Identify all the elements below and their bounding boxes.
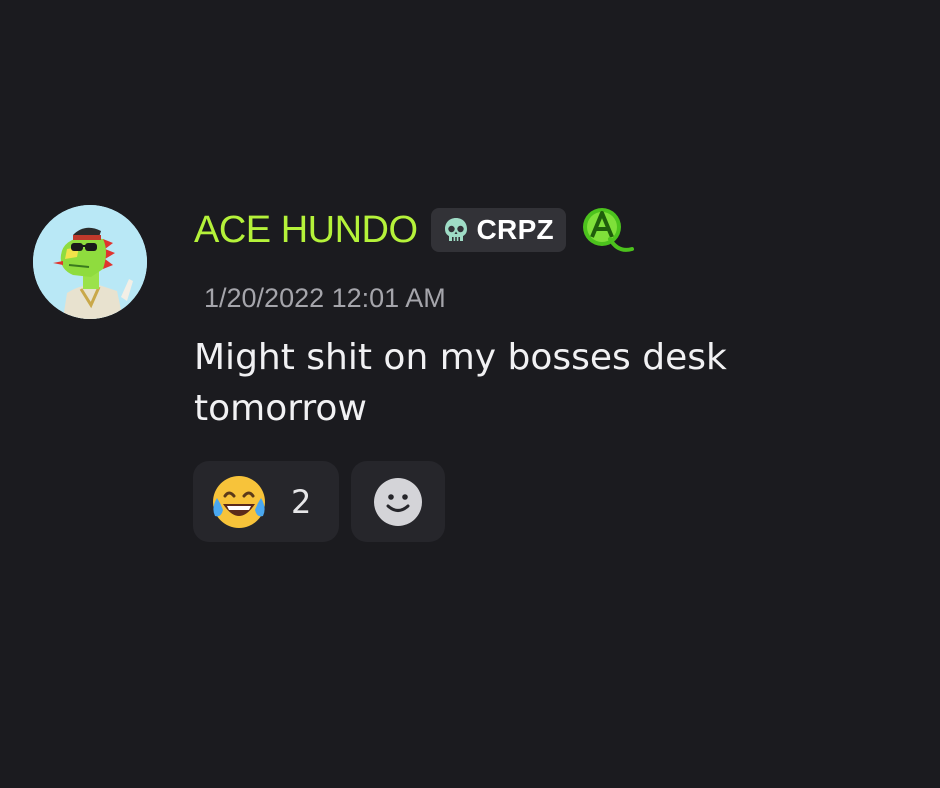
guild-tag-badge[interactable]: CRPZ [430,208,566,252]
skull-icon [444,218,467,241]
author-name[interactable]: ACE HUNDO [194,204,418,256]
face-with-tears-of-joy-icon [213,475,265,528]
chat-message: ACE HUNDO CRPZ 1/20/2022 12:01 AM Might … [0,0,940,788]
add-reaction-smiley-icon [374,477,422,526]
message-timestamp: 1/20/2022 12:01 AM [204,283,446,313]
reactions-bar: 2 [193,461,445,542]
message-header: ACE HUNDO CRPZ [194,204,638,256]
add-reaction-button[interactable] [351,461,445,542]
guild-tag-label: CRPZ [476,214,554,245]
green-a-badge-icon[interactable] [578,205,638,261]
reaction-count: 2 [291,482,312,521]
lizard-avatar-icon [33,205,147,319]
reaction-laughing[interactable]: 2 [193,461,339,542]
user-avatar[interactable] [33,205,147,319]
message-text: Might shit on my bosses desk tomorrow [194,337,727,429]
